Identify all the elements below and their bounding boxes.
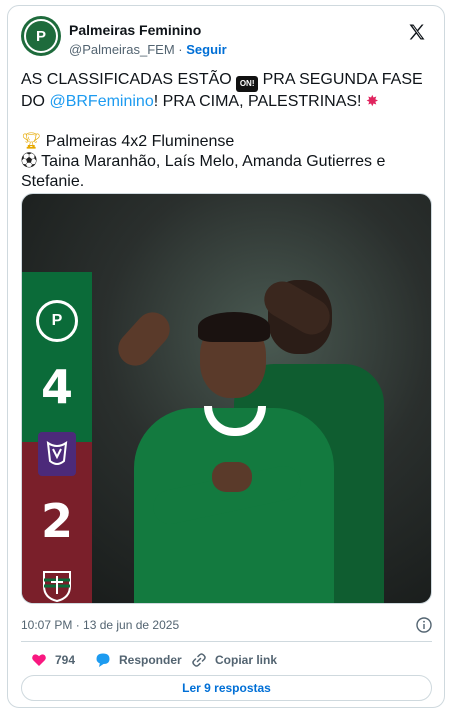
read-replies-button[interactable]: Ler 9 respostas [21, 675, 432, 701]
fluminense-crest-icon [43, 571, 71, 602]
link-icon [192, 653, 206, 667]
score-strip: P 4 2 [22, 272, 92, 603]
away-score: 2 [40, 494, 73, 548]
author-handle-line: @Palmeiras_FEM · Seguir [69, 42, 227, 57]
match-result: Palmeiras 4x2 Fluminense [45, 133, 235, 150]
on-emoji-label: ON! [239, 79, 255, 88]
tweet-timestamp[interactable]: 10:07 PM · 13 de jun de 2025 [21, 618, 179, 632]
heart-icon [32, 654, 46, 666]
tweet-photo[interactable]: P 4 2 [21, 193, 432, 604]
home-strip [22, 272, 92, 442]
home-score: 4 [40, 360, 73, 414]
palmeiras-crest-icon: P [24, 19, 58, 53]
tweet-card: P Palmeiras Feminino @Palmeiras_FEM · Se… [7, 5, 445, 708]
mention-link[interactable]: @BRFeminino [49, 93, 153, 110]
copy-link-label: Copiar link [215, 653, 278, 667]
trophy-icon: 🏆︎ [21, 133, 42, 150]
x-logo-icon[interactable] [407, 22, 427, 42]
reply-label: Responder [119, 653, 182, 667]
tweet-header: P Palmeiras Feminino @Palmeiras_FEM · Se… [21, 16, 431, 60]
collision-icon: ✸ [365, 93, 379, 110]
like-count: 794 [55, 653, 76, 667]
tweet-text-part: ! PRA CIMA, PALESTRINAS! [153, 93, 366, 110]
divider [21, 641, 432, 642]
tweet-text: AS CLASSIFICADAS ESTÃO ON! PRA SEGUNDA F… [21, 70, 431, 192]
reply-bubble-icon [96, 653, 110, 667]
author-name[interactable]: Palmeiras Feminino [69, 22, 201, 38]
follow-button[interactable]: Seguir [186, 42, 226, 57]
player-arm [111, 305, 177, 373]
avatar[interactable]: P [21, 16, 61, 56]
reply-button[interactable]: Responder [95, 650, 182, 670]
author-handle[interactable]: @Palmeiras_FEM [69, 42, 175, 57]
player-hand [212, 462, 252, 492]
copy-link-button[interactable]: Copiar link [191, 650, 277, 670]
soccer-ball-icon: ⚽︎ [21, 153, 38, 170]
tweet-text-part: AS CLASSIFICADAS ESTÃO [21, 71, 237, 88]
palmeiras-crest-icon: P [36, 300, 78, 342]
player-front-hair [198, 312, 270, 342]
separator: · [178, 42, 183, 57]
info-icon[interactable] [416, 617, 432, 633]
action-bar: 794 Responder Copiar link [21, 650, 432, 670]
on-arrow-icon: ON! [236, 76, 259, 92]
goal-scorers: Taina Maranhão, Laís Melo, Amanda Gutier… [21, 153, 386, 190]
brasileirao-feminino-logo-icon [38, 432, 76, 476]
like-button[interactable]: 794 [31, 650, 75, 670]
